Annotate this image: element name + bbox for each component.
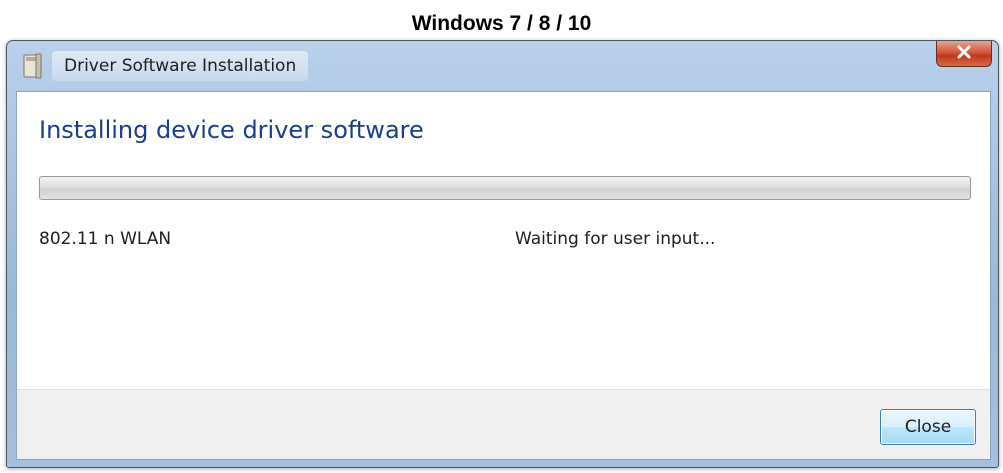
device-name: 802.11 n WLAN: [39, 229, 172, 249]
device-status: Waiting for user input...: [515, 229, 716, 249]
page-caption: Windows 7 / 8 / 10: [411, 12, 592, 35]
driver-install-window: Driver Software Installation Installing …: [6, 40, 999, 468]
title-bar[interactable]: Driver Software Installation: [7, 41, 998, 91]
close-x-icon: [956, 44, 972, 64]
dialog-footer: Close: [17, 389, 990, 459]
dialog-heading: Installing device driver software: [39, 116, 424, 144]
install-progress-bar: [39, 176, 971, 200]
dialog-content: Installing device driver software 802.11…: [16, 91, 991, 460]
window-title: Driver Software Installation: [52, 51, 309, 81]
driver-install-icon: [21, 53, 43, 79]
close-window-button[interactable]: [936, 41, 992, 67]
close-button[interactable]: Close: [880, 409, 976, 445]
